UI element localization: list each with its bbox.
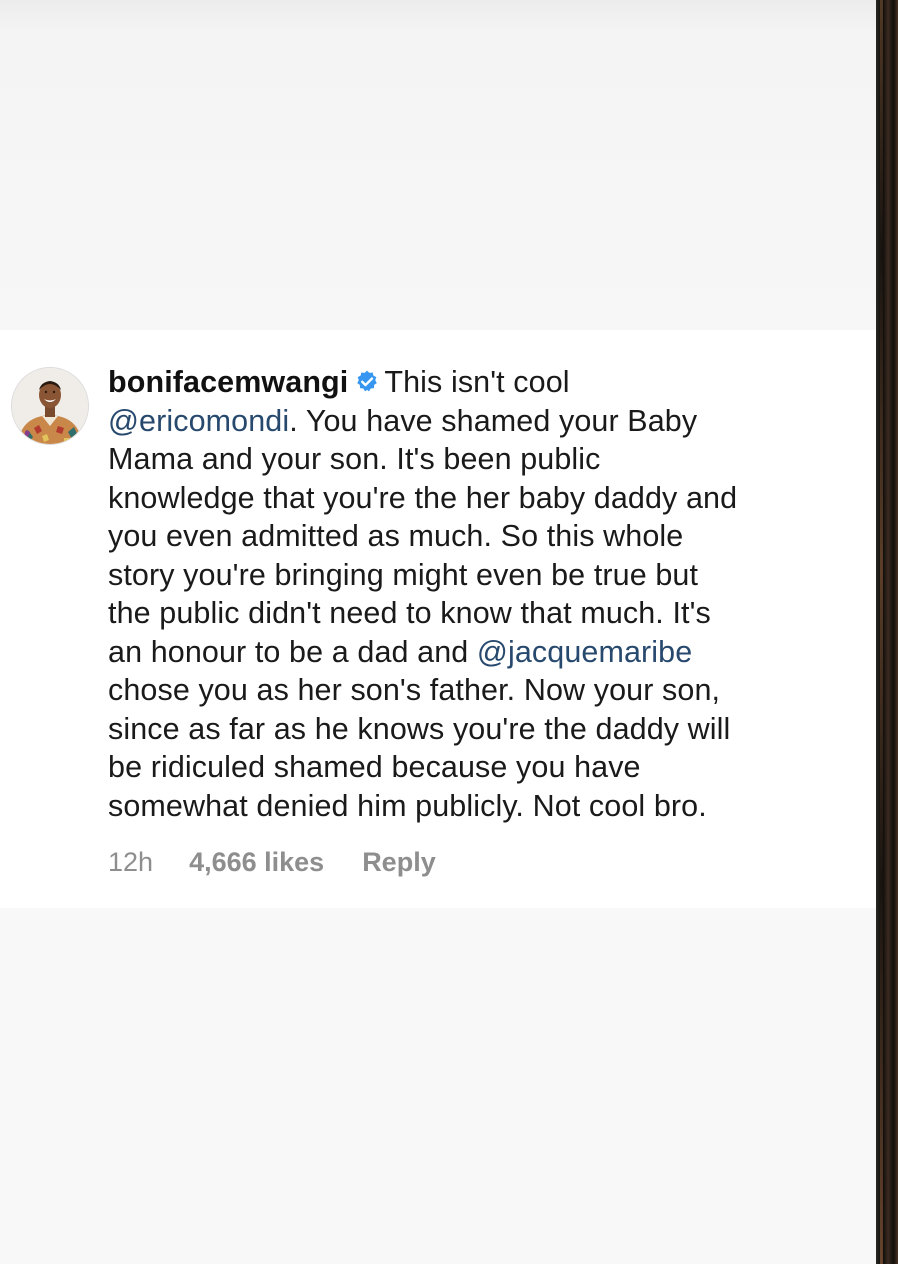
mention-ericomondi[interactable]: @ericomondi bbox=[108, 404, 289, 438]
comment-line-2: @ericomondi. You have shamed your Baby bbox=[108, 402, 838, 441]
mention-jacquemaribe[interactable]: @jacquemaribe bbox=[477, 635, 692, 669]
likes-count[interactable]: 4,666 likes bbox=[189, 843, 324, 881]
comment-line-7: the public didn't need to know that much… bbox=[108, 596, 711, 630]
comment-line-4: knowledge that you're the her baby daddy… bbox=[108, 480, 738, 515]
comment-line-1: bonifacemwangi This isn't cool bbox=[108, 363, 838, 402]
background-top bbox=[0, 0, 876, 330]
device-edge-glint bbox=[880, 0, 883, 1264]
comment-line-6: story you're bringing might even be true… bbox=[108, 557, 699, 592]
comment-line-10: since as far as he knows you're the dadd… bbox=[108, 711, 731, 746]
comment-body: bonifacemwangi This isn't cool @ericomon… bbox=[108, 363, 838, 825]
comment-line-3: Mama and your son. It's been public bbox=[108, 442, 601, 476]
comment-line-11: be ridiculed shamed because you have bbox=[108, 750, 641, 784]
user-avatar-icon bbox=[12, 368, 88, 444]
background-bottom bbox=[0, 908, 876, 1264]
comment-text-8: an honour to be a dad and bbox=[108, 634, 477, 669]
comment-timestamp: 12h bbox=[108, 847, 154, 877]
comment-meta: 12h 4,666 likes Reply bbox=[108, 843, 436, 881]
verified-badge-icon bbox=[357, 370, 378, 392]
reply-button[interactable]: Reply bbox=[362, 843, 436, 881]
comment-line-9: chose you as her son's father. Now your … bbox=[108, 673, 721, 707]
comment-text-1: This isn't cool bbox=[384, 365, 570, 399]
comment-line-12: somewhat denied him publicly. Not cool b… bbox=[108, 788, 707, 823]
avatar[interactable] bbox=[11, 367, 89, 445]
comment-line-8: an honour to be a dad and @jacquemaribe bbox=[108, 633, 838, 672]
comment-line-5: you even admitted as much. So this whole bbox=[108, 519, 684, 553]
comment-text-2: . You have shamed your Baby bbox=[289, 403, 698, 438]
comment-username[interactable]: bonifacemwangi bbox=[108, 365, 348, 399]
